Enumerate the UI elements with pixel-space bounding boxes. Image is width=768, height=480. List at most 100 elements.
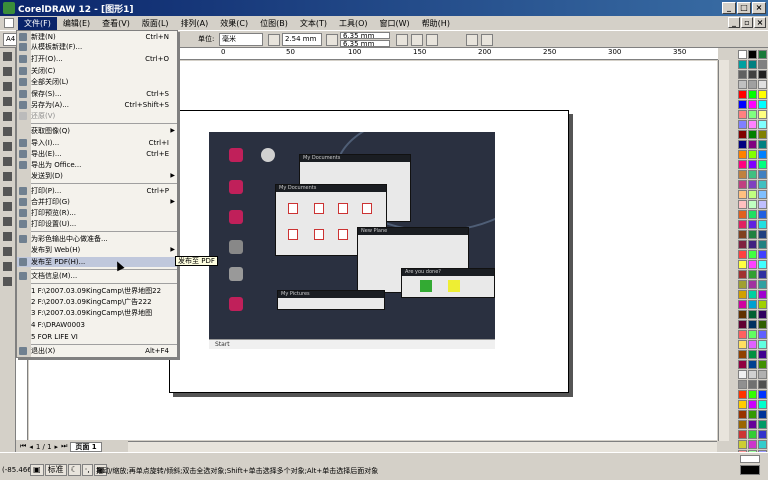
color-swatch[interactable] — [738, 340, 747, 349]
color-swatch[interactable] — [758, 320, 767, 329]
color-swatch[interactable] — [738, 420, 747, 429]
menu-window[interactable]: 窗口(W) — [374, 17, 416, 30]
color-swatch[interactable] — [748, 180, 757, 189]
menu-item-new-from-template[interactable]: 从模板新建(F)... — [17, 42, 177, 52]
shape-tool-icon[interactable] — [1, 65, 14, 78]
crop-tool-icon[interactable] — [1, 80, 14, 93]
nudge-input[interactable]: 2.54 mm — [282, 33, 322, 46]
color-swatch[interactable] — [758, 170, 767, 179]
color-swatch[interactable] — [748, 100, 757, 109]
menu-item-recent-2[interactable]: 2 F:\2007.03.09KingCamp\广告222 — [17, 297, 177, 307]
color-swatch[interactable] — [758, 130, 767, 139]
color-swatch[interactable] — [748, 220, 757, 229]
color-swatch[interactable] — [748, 230, 757, 239]
snap-icon[interactable] — [411, 34, 423, 46]
color-swatch[interactable] — [738, 400, 747, 409]
color-swatch[interactable] — [758, 150, 767, 159]
rectangle-tool-icon[interactable] — [1, 140, 14, 153]
color-swatch[interactable] — [738, 130, 747, 139]
color-swatch[interactable] — [758, 280, 767, 289]
color-swatch[interactable] — [738, 330, 747, 339]
menu-item-publish-web[interactable]: 发布到 Web(H) ▶ — [17, 245, 177, 255]
color-swatch[interactable] — [738, 320, 747, 329]
duplicate-x-input[interactable]: 6.35 mm — [340, 32, 390, 40]
prev-page-button[interactable]: ◂ — [29, 443, 33, 451]
page-size-select[interactable]: A4 — [3, 33, 17, 46]
duplicate-y-input[interactable]: 6.35 mm — [340, 40, 390, 48]
color-swatch[interactable] — [748, 380, 757, 389]
interactive-fill-tool-icon[interactable] — [1, 275, 14, 288]
color-swatch[interactable] — [748, 150, 757, 159]
color-swatch[interactable] — [748, 110, 757, 119]
color-swatch[interactable] — [738, 170, 747, 179]
text-tool-icon[interactable] — [1, 200, 14, 213]
menu-item-recent-5[interactable]: 5 FOR LIFE VI — [17, 332, 177, 342]
color-swatch[interactable] — [758, 50, 767, 59]
color-swatch[interactable] — [758, 410, 767, 419]
pick-tool-icon[interactable] — [1, 50, 14, 63]
color-swatch[interactable] — [738, 60, 747, 69]
color-swatch[interactable] — [738, 290, 747, 299]
menu-tools[interactable]: 工具(O) — [333, 17, 374, 30]
zoom-tool-icon[interactable] — [1, 95, 14, 108]
outline-tool-icon[interactable] — [1, 245, 14, 258]
next-page-button[interactable]: ▸ — [55, 443, 59, 451]
color-swatch[interactable] — [748, 70, 757, 79]
color-swatch[interactable] — [748, 140, 757, 149]
menu-item-recent-3[interactable]: 3 F:\2007.03.09KingCamp\世界地图 — [17, 308, 177, 318]
color-swatch[interactable] — [748, 170, 757, 179]
document-icon[interactable] — [4, 18, 14, 28]
menu-bitmaps[interactable]: 位图(B) — [254, 17, 294, 30]
menu-item-close[interactable]: 关闭(C) — [17, 66, 177, 76]
menu-item-acquire-image[interactable]: 获取图像(Q) ▶ — [17, 126, 177, 136]
menu-item-export[interactable]: 导出(E)... Ctrl+E — [17, 149, 177, 159]
color-swatch[interactable] — [748, 210, 757, 219]
menu-effects[interactable]: 效果(C) — [214, 17, 254, 30]
unit-select[interactable]: 毫米 — [219, 33, 263, 46]
color-swatch[interactable] — [748, 280, 757, 289]
menu-arrange[interactable]: 排列(A) — [175, 17, 215, 30]
menu-item-save-as[interactable]: 另存为(A)... Ctrl+Shift+S — [17, 100, 177, 110]
menu-file[interactable]: 文件(F) — [18, 16, 57, 30]
menu-text[interactable]: 文本(T) — [294, 17, 333, 30]
color-swatch[interactable] — [758, 80, 767, 89]
eyedropper-tool-icon[interactable] — [1, 230, 14, 243]
ellipse-tool-icon[interactable] — [1, 155, 14, 168]
freehand-tool-icon[interactable] — [1, 110, 14, 123]
color-swatch[interactable] — [758, 120, 767, 129]
color-swatch[interactable] — [738, 300, 747, 309]
treat-as-filled-icon[interactable] — [396, 34, 408, 46]
doc-minimize-button[interactable]: _ — [728, 17, 740, 28]
color-swatch[interactable] — [748, 270, 757, 279]
ime-icon[interactable]: ▣ — [30, 464, 44, 476]
color-swatch[interactable] — [758, 270, 767, 279]
color-swatch[interactable] — [748, 330, 757, 339]
menu-edit[interactable]: 编辑(E) — [57, 17, 96, 30]
color-swatch[interactable] — [748, 250, 757, 259]
color-swatch[interactable] — [748, 430, 757, 439]
color-swatch[interactable] — [748, 420, 757, 429]
color-swatch[interactable] — [738, 270, 747, 279]
color-swatch[interactable] — [738, 360, 747, 369]
color-swatch[interactable] — [738, 190, 747, 199]
color-swatch[interactable] — [748, 310, 757, 319]
color-swatch[interactable] — [758, 160, 767, 169]
menu-item-publish-pdf[interactable]: 发布至 PDF(H)... — [17, 257, 177, 267]
menu-item-document-info[interactable]: 文档信息(M)... — [17, 271, 177, 281]
last-page-button[interactable]: ⏭ — [61, 442, 67, 451]
color-swatch[interactable] — [758, 290, 767, 299]
menu-item-print-setup[interactable]: 打印设置(U)... — [17, 219, 177, 229]
color-swatch[interactable] — [758, 250, 767, 259]
color-swatch[interactable] — [738, 150, 747, 159]
color-swatch[interactable] — [738, 240, 747, 249]
color-swatch[interactable] — [748, 440, 757, 449]
color-swatch[interactable] — [738, 260, 747, 269]
color-swatch[interactable] — [738, 200, 747, 209]
color-swatch[interactable] — [748, 360, 757, 369]
color-swatch[interactable] — [738, 280, 747, 289]
color-swatch[interactable] — [758, 60, 767, 69]
color-swatch[interactable] — [738, 70, 747, 79]
dynamic-guides-icon[interactable] — [466, 34, 478, 46]
color-swatch[interactable] — [748, 370, 757, 379]
color-swatch[interactable] — [758, 400, 767, 409]
